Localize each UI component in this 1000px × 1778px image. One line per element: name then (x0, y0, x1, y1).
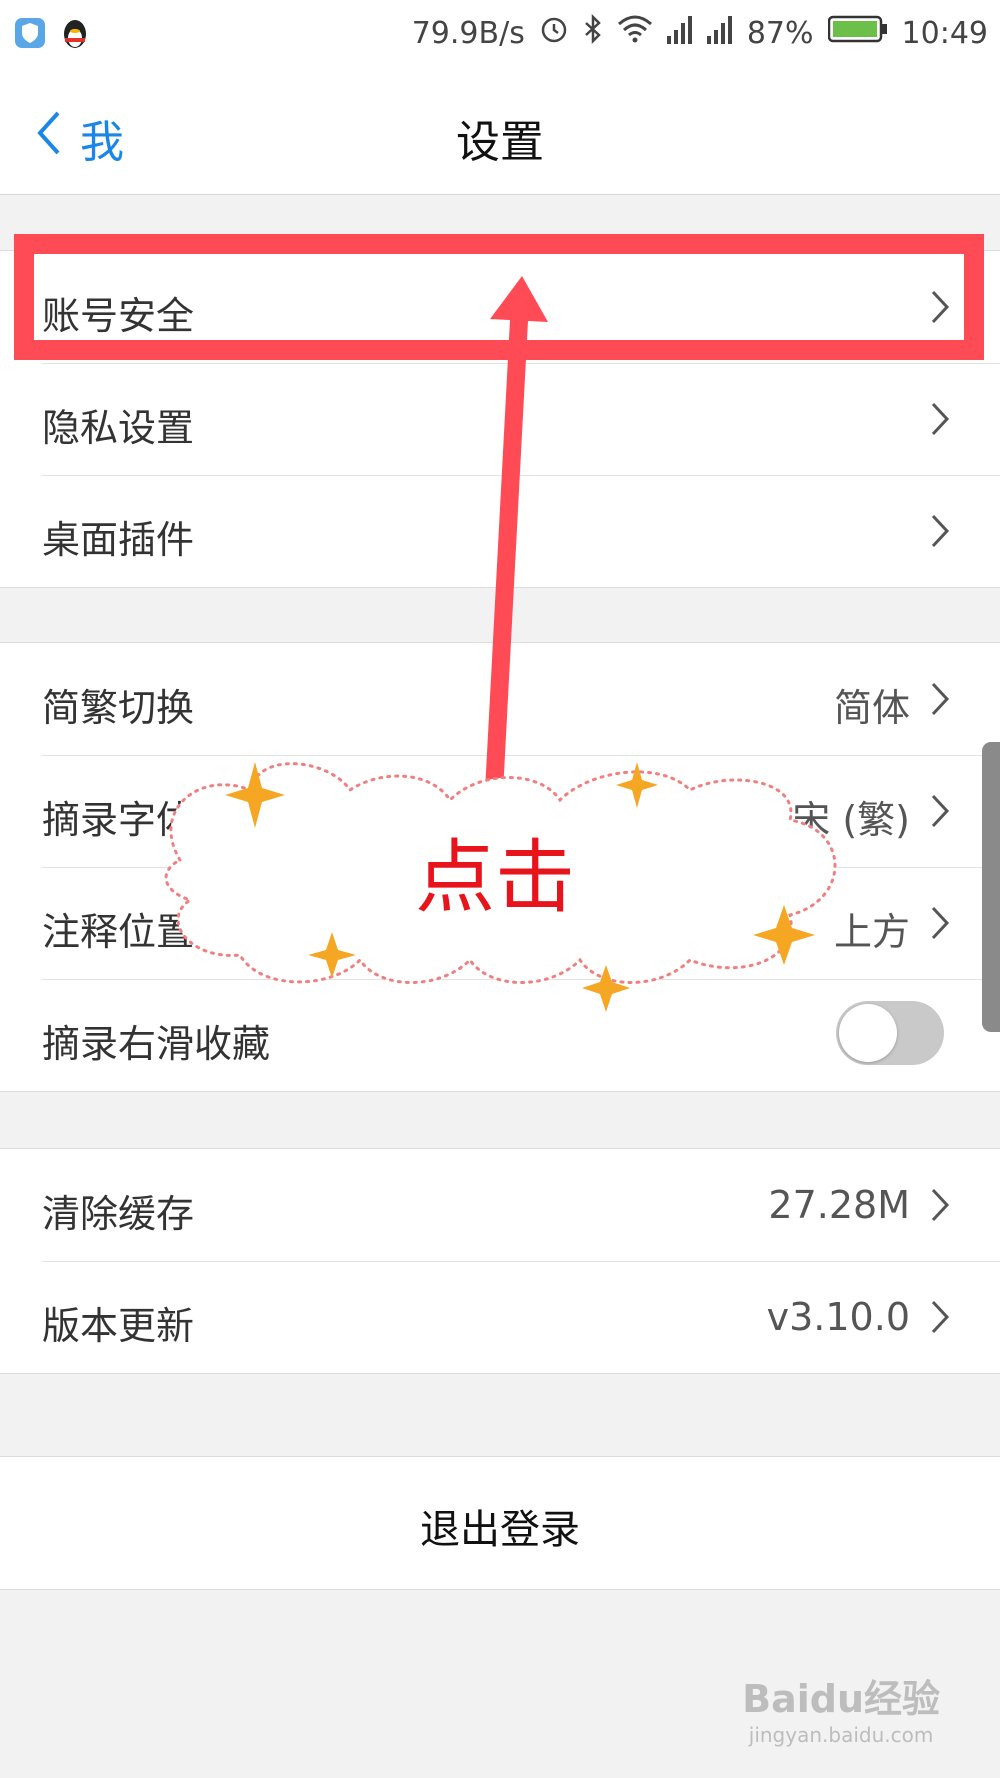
annotation-text: 点击 (415, 831, 575, 924)
watermark-brand: Baidu经验 (742, 1677, 940, 1721)
side-scroll-handle[interactable] (982, 742, 1000, 1032)
annotation-overlay: 点击 (164, 276, 837, 1012)
annotation-arrow (484, 276, 548, 811)
watermark-url: jingyan.baidu.com (748, 1723, 934, 1747)
baidu-watermark: Baidu经验 jingyan.baidu.com (742, 1668, 940, 1747)
